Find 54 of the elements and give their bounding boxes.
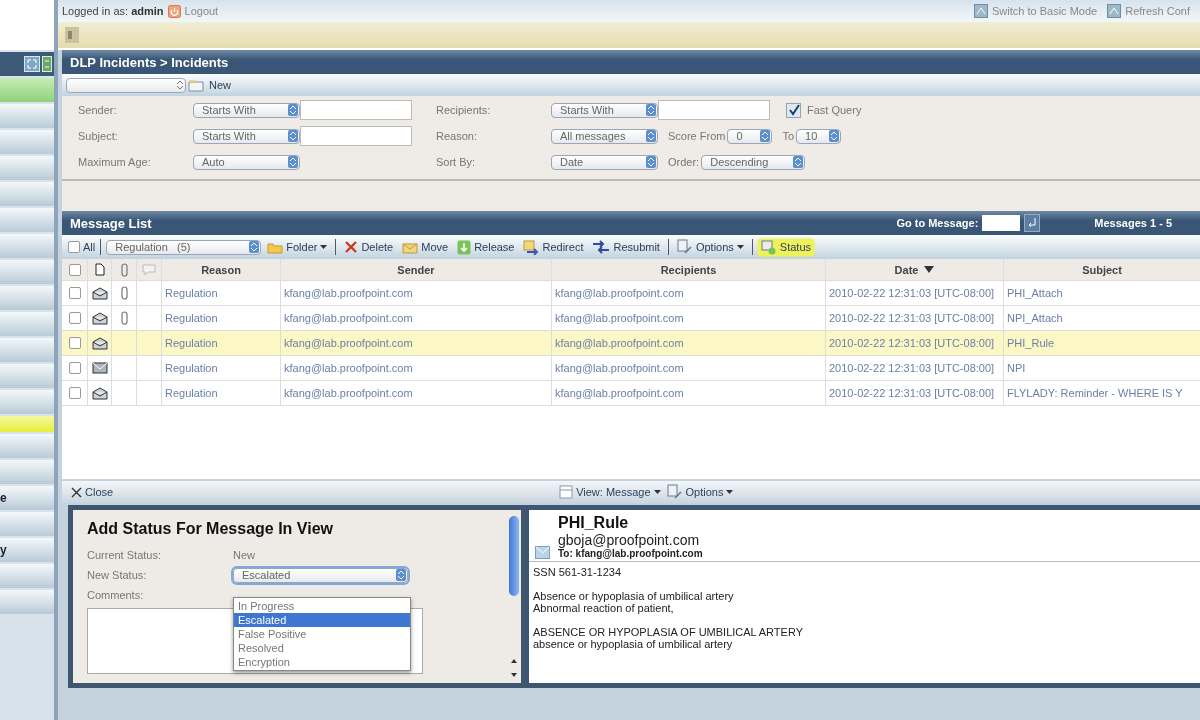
table-cell: Regulation (165, 362, 218, 374)
message-recipient: To: kfang@lab.proofpoint.com (558, 548, 703, 559)
login-label: Logged in as: admin (62, 5, 164, 17)
table-cell: kfang@lab.proofpoint.com (284, 362, 413, 374)
select-all-label: All (83, 241, 96, 253)
message-line: ABSENCE OR HYPOPLASIA OF UMBILICAL ARTERY (533, 626, 804, 638)
table-cell: kfang@lab.proofpoint.com (284, 387, 413, 399)
field-label: Current Status: (87, 549, 162, 561)
message-line: Abnormal reaction of patient, (533, 602, 675, 614)
table-cell: kfang@lab.proofpoint.com (555, 387, 684, 399)
message-line: SSN 561-31-1234 (533, 566, 623, 578)
table-cell: kfang@lab.proofpoint.com (555, 287, 684, 299)
table-cell: NPI_Attach (1007, 312, 1063, 324)
checkbox-label: Fast Query (807, 104, 863, 116)
field-label: Reason: (436, 130, 478, 142)
field-label: Sort By: (436, 156, 477, 168)
table-cell: 2010-02-22 12:31:03 [UTC-08:00] (829, 387, 995, 399)
table-cell: PHI_Attach (1007, 287, 1063, 299)
message-count: Messages 1 - 5 (1094, 217, 1172, 229)
field-label: Recipients: (436, 104, 492, 116)
table-cell: 2010-02-22 12:31:03 [UTC-08:00] (829, 362, 995, 374)
table-cell: Regulation (165, 387, 218, 399)
table-cell: kfang@lab.proofpoint.com (555, 337, 684, 349)
table-cell: Regulation (165, 287, 218, 299)
table-cell: Regulation (165, 337, 218, 349)
table-cell: Regulation (165, 312, 218, 324)
message-line: absence or hypoplasia of umbilical artery (533, 638, 734, 650)
field-label: Comments: (87, 589, 145, 601)
message-subject: PHI_Rule (558, 514, 630, 532)
message-line: Absence or hypoplasia of umbilical artery (533, 590, 735, 602)
table-cell: NPI (1007, 362, 1026, 374)
panel-title: Add Status For Message In View (87, 520, 334, 538)
field-label: To (782, 130, 795, 142)
table-cell: 2010-02-22 12:31:03 [UTC-08:00] (829, 312, 995, 324)
panel-title: Message List (70, 215, 152, 231)
message-sender: gboja@proofpoint.com (558, 532, 701, 548)
table-cell: 2010-02-22 12:31:03 [UTC-08:00] (829, 337, 995, 349)
field-label: Score From (668, 130, 726, 142)
table-cell: PHI_Rule (1007, 337, 1055, 349)
table-cell: kfang@lab.proofpoint.com (284, 312, 413, 324)
table-cell: FLYLADY: Reminder - WHERE IS Y (1007, 387, 1183, 399)
field-label: Sender: (78, 104, 118, 116)
current-status: New (233, 549, 255, 561)
table-cell: kfang@lab.proofpoint.com (284, 337, 413, 349)
goto-label: Go to Message: (896, 217, 979, 229)
breadcrumb: DLP Incidents > Incidents (70, 54, 229, 70)
table-cell: kfang@lab.proofpoint.com (555, 312, 684, 324)
table-cell: kfang@lab.proofpoint.com (284, 287, 413, 299)
field-label: Order: (668, 156, 700, 168)
field-label: New Status: (87, 569, 148, 581)
table-cell: 2010-02-22 12:31:03 [UTC-08:00] (829, 287, 995, 299)
table-cell: kfang@lab.proofpoint.com (555, 362, 684, 374)
field-label: Maximum Age: (78, 156, 152, 168)
field-label: Subject: (78, 130, 119, 142)
